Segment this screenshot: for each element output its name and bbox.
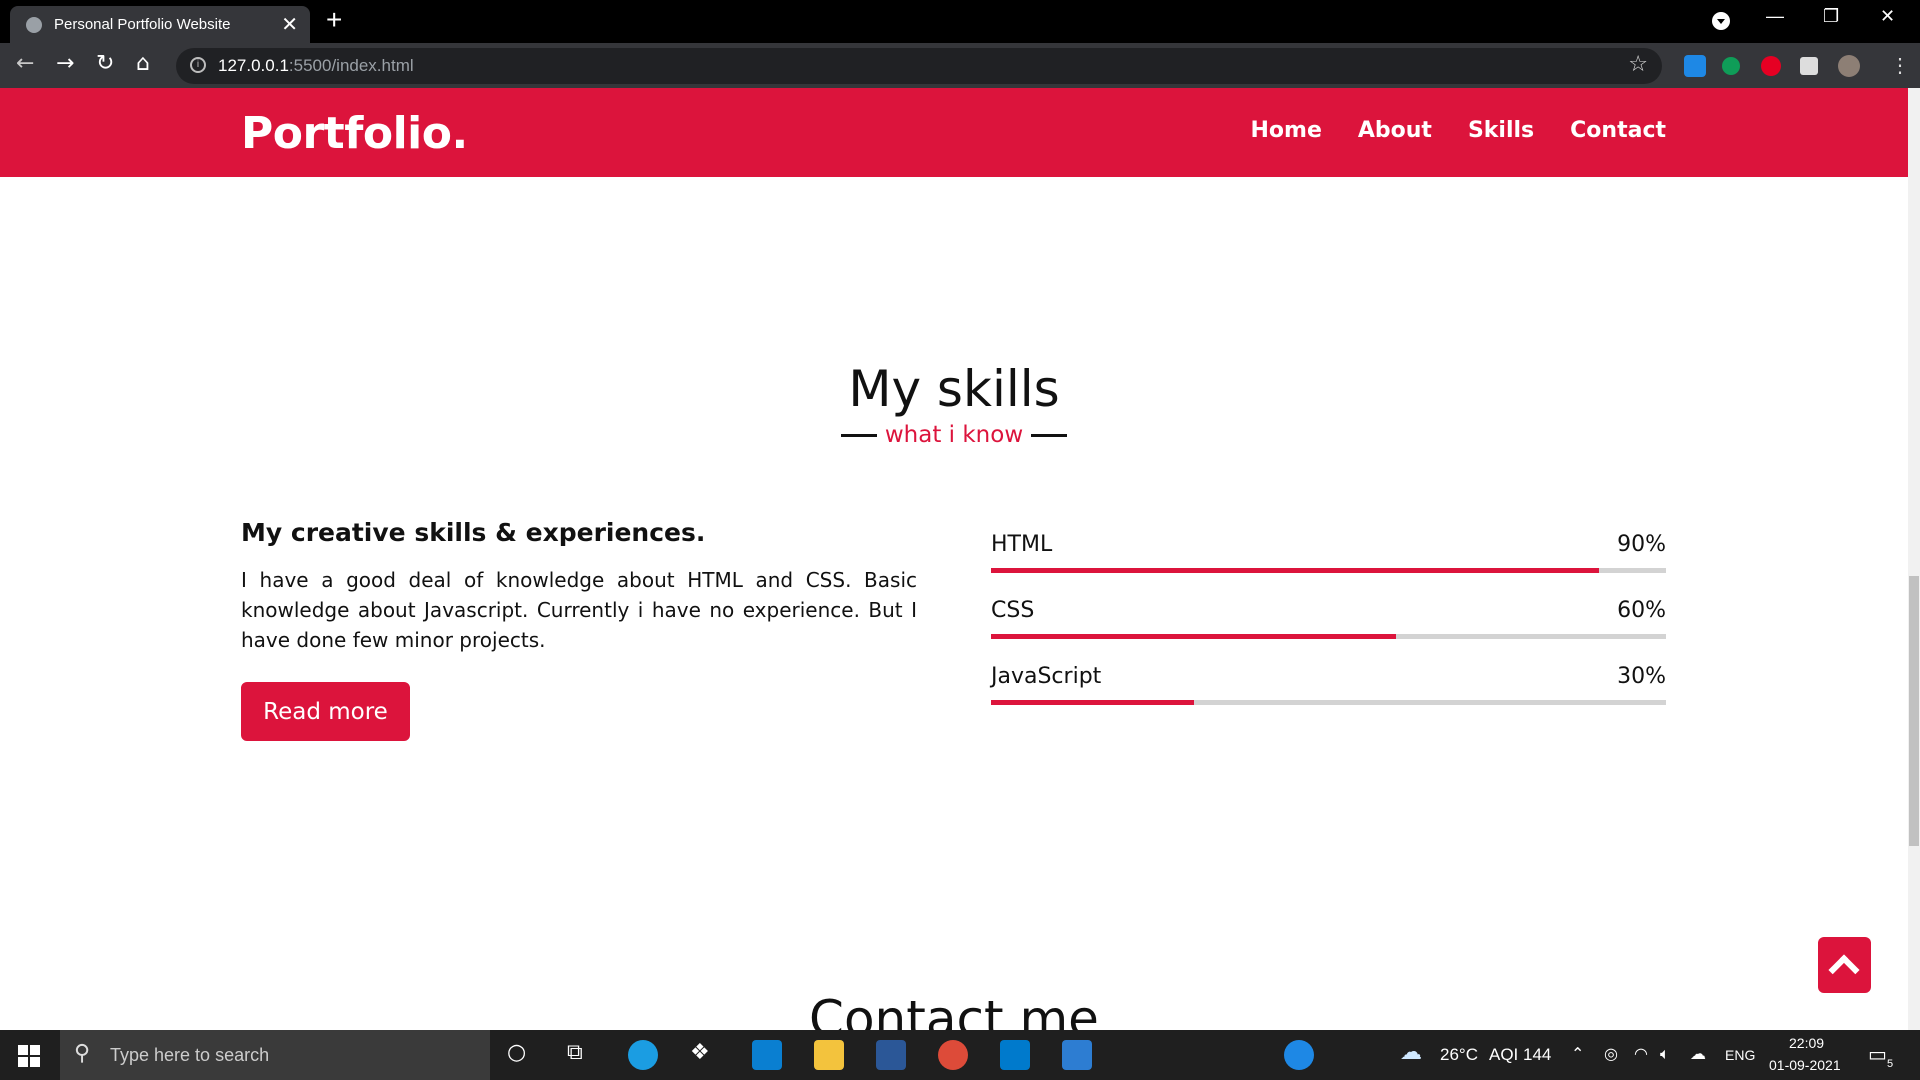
weather-temp[interactable]: 26°C [1440, 1045, 1478, 1065]
browser-menu-icon[interactable]: ⋮ [1890, 53, 1910, 78]
subtitle-text: what i know [884, 422, 1024, 448]
notifications-icon[interactable]: ▭ [1868, 1042, 1887, 1066]
page-viewport: Portfolio. Home About Skills Contact My … [0, 88, 1908, 1030]
photos-icon[interactable] [1062, 1040, 1092, 1070]
weather-aqi[interactable]: AQI 144 [1489, 1045, 1551, 1065]
scrollbar-thumb[interactable] [1909, 576, 1919, 846]
skill-fill [991, 634, 1396, 639]
section-title: My skills [848, 360, 1060, 418]
window-close-button[interactable]: ✕ [1880, 6, 1895, 27]
task-view-icon[interactable]: ⧉ [567, 1040, 583, 1065]
puzzle-icon[interactable] [1800, 57, 1818, 75]
extension-icon-1[interactable] [1684, 55, 1706, 77]
section-subtitle: what i know [0, 422, 1908, 448]
skill-item: JavaScript 30% [991, 664, 1666, 730]
bookmark-star-icon[interactable]: ☆ [1628, 52, 1648, 77]
scroll-to-top-button[interactable] [1818, 937, 1871, 993]
volume-icon[interactable]: 🔈︎ [1660, 1044, 1670, 1064]
clock-date[interactable]: 01-09-2021 [1769, 1057, 1841, 1073]
skill-bars: HTML 90% CSS 60% JavaScript 30% [991, 532, 1666, 730]
skill-name: HTML [991, 532, 1053, 557]
tab-title: Personal Portfolio Website [54, 16, 231, 33]
skill-fill [991, 700, 1194, 705]
skill-percent: 90% [1617, 532, 1666, 557]
restore-button[interactable]: ❐ [1823, 6, 1839, 27]
skills-text-column: My creative skills & experiences. I have… [241, 518, 917, 655]
wifi-icon[interactable]: ◠ [1634, 1044, 1648, 1063]
mail-icon[interactable] [752, 1040, 782, 1070]
skill-item: CSS 60% [991, 598, 1666, 664]
edge-icon[interactable] [628, 1040, 658, 1070]
network-icon[interactable]: ◎ [1604, 1044, 1618, 1063]
reload-button[interactable]: ↻ [96, 51, 114, 76]
site-navbar: Portfolio. Home About Skills Contact [0, 88, 1908, 177]
skill-fill [991, 568, 1599, 573]
help-icon[interactable] [1284, 1040, 1314, 1070]
url-path: :5500/index.html [288, 56, 414, 75]
skill-item: HTML 90% [991, 532, 1666, 598]
skill-track [991, 700, 1666, 705]
subtitle-line-right [1031, 433, 1068, 437]
minimize-button[interactable]: — [1766, 6, 1784, 27]
dropbox-icon[interactable]: ❖ [690, 1040, 710, 1065]
browser-tab[interactable]: Personal Portfolio Website ✕ [10, 6, 310, 43]
skill-track [991, 634, 1666, 639]
file-explorer-icon[interactable] [814, 1040, 844, 1070]
skill-track [991, 568, 1666, 573]
chevron-up-icon[interactable]: ⌃ [1571, 1044, 1584, 1063]
new-tab-button[interactable]: + [326, 4, 342, 36]
avatar[interactable] [1838, 55, 1860, 77]
address-bar[interactable]: i 127.0.0.1:5500/index.html ☆ [176, 48, 1662, 84]
chrome-icon[interactable] [938, 1040, 968, 1070]
pinterest-icon[interactable] [1761, 56, 1781, 76]
language-indicator[interactable]: ENG [1725, 1047, 1755, 1063]
nav-contact[interactable]: Contact [1570, 118, 1666, 143]
skill-name: CSS [991, 598, 1035, 623]
home-button[interactable]: ⌂ [136, 51, 150, 76]
subtitle-line-left [840, 433, 877, 437]
browser-toolbar: ← → ↻ ⌂ i 127.0.0.1:5500/index.html ☆ ⋮ [0, 43, 1920, 88]
vscode-icon[interactable] [1000, 1040, 1030, 1070]
back-button[interactable]: ← [16, 51, 34, 76]
weather-cloud-icon: ☁ [1400, 1040, 1422, 1065]
skill-percent: 30% [1617, 664, 1666, 689]
site-info-icon[interactable]: i [190, 57, 206, 73]
skill-percent: 60% [1617, 598, 1666, 623]
read-more-button[interactable]: Read more [241, 682, 410, 741]
nav-menu: Home About Skills Contact [1251, 118, 1667, 143]
cortana-icon[interactable]: ○ [507, 1040, 526, 1065]
site-logo[interactable]: Portfolio. [241, 108, 468, 159]
taskbar-search[interactable]: ⚲ Type here to search [60, 1030, 490, 1080]
onedrive-icon[interactable]: ☁ [1690, 1044, 1706, 1063]
tab-close-button[interactable]: ✕ [281, 12, 298, 37]
search-icon: ⚲ [74, 1041, 91, 1066]
url-text[interactable]: 127.0.0.1:5500/index.html [218, 56, 414, 76]
contact-section-title: Contact me [809, 990, 1099, 1030]
nav-skills[interactable]: Skills [1468, 118, 1534, 143]
page-scrollbar[interactable] [1908, 88, 1920, 1030]
notification-count: 5 [1887, 1058, 1894, 1070]
skill-name: JavaScript [991, 664, 1102, 689]
skills-paragraph: I have a good deal of knowledge about HT… [241, 568, 917, 652]
browser-tab-bar: Personal Portfolio Website ✕ + — ❐ ✕ [0, 0, 1920, 43]
skills-heading: My creative skills & experiences. [241, 518, 706, 547]
nav-home[interactable]: Home [1251, 118, 1322, 143]
word-icon[interactable] [876, 1040, 906, 1070]
clock-time[interactable]: 22:09 [1789, 1035, 1824, 1051]
windows-start-icon[interactable] [18, 1045, 40, 1067]
forward-button[interactable]: → [56, 51, 74, 76]
globe-icon [26, 17, 42, 33]
url-host: 127.0.0.1 [218, 56, 289, 75]
windows-taskbar: ⚲ Type here to search ○ ⧉ ❖ ☁ 26°C AQI 1… [0, 1030, 1920, 1080]
taskbar-search-placeholder: Type here to search [110, 1045, 270, 1065]
extension-icon-2[interactable] [1722, 57, 1740, 75]
nav-about[interactable]: About [1358, 118, 1432, 143]
tab-search-icon[interactable] [1712, 12, 1730, 30]
